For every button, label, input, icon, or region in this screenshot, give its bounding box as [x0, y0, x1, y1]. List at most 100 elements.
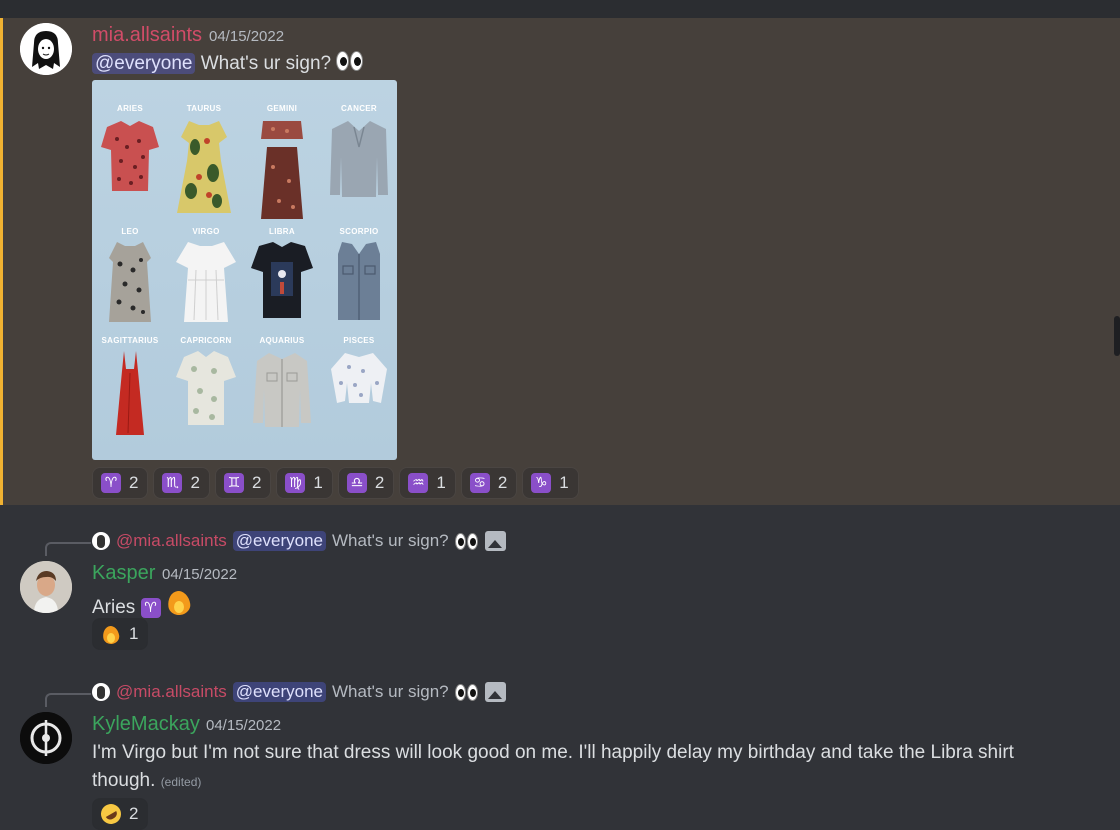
image-attachment[interactable]: ARIES TAURUS GEMINI CANCER LEO VIRGO LIB…: [92, 80, 397, 460]
channel-header-strip: [0, 0, 1120, 18]
reaction-cancer[interactable]: ♋ 2: [460, 467, 518, 499]
reaction-count: 2: [129, 473, 139, 492]
image-icon: [484, 682, 506, 702]
reaction-scorpio[interactable]: ♏ 2: [153, 467, 210, 499]
reply-username[interactable]: @mia.allsaints: [116, 682, 227, 702]
zodiac-item-aquarius: AQUARIUS: [244, 336, 320, 434]
zodiac-item-sagittarius: SAGITTARIUS: [92, 336, 168, 444]
reply-reference[interactable]: @mia.allsaints @everyone What's ur sign?: [92, 531, 506, 551]
reaction-count: 1: [436, 473, 446, 492]
cancer-icon: ♋: [469, 473, 490, 493]
red-dress-icon: [116, 351, 144, 435]
message-content: @everyone What's ur sign?: [92, 51, 364, 75]
zodiac-label: PISCES: [343, 336, 375, 345]
reaction-count: 2: [374, 473, 385, 492]
reaction-libra[interactable]: ♎ 2: [337, 467, 395, 499]
image-icon: [484, 531, 506, 551]
zodiac-item-libra: LIBRA: [244, 227, 320, 325]
zodiac-label: ARIES: [117, 104, 143, 113]
aries-icon: ♈: [101, 473, 121, 493]
message-content: Aries ♈: [92, 588, 192, 619]
reaction-count: 1: [559, 473, 569, 492]
zodiac-label: SCORPIO: [339, 227, 379, 236]
zodiac-item-scorpio: SCORPIO: [321, 227, 397, 329]
zodiac-label: VIRGO: [192, 227, 220, 236]
zodiac-label: AQUARIUS: [259, 336, 305, 345]
zodiac-item-cancer: CANCER: [321, 104, 397, 206]
reply-text: What's ur sign?: [332, 682, 449, 701]
message-username[interactable]: mia.allsaints: [92, 24, 202, 47]
everyone-mention[interactable]: @everyone: [92, 53, 196, 74]
zodiac-label: CAPRICORN: [180, 336, 232, 345]
reaction-count: 2: [497, 473, 508, 492]
avatar[interactable]: [20, 23, 72, 75]
gemini-icon: ♊: [223, 473, 244, 493]
reply-reference[interactable]: @mia.allsaints @everyone What's ur sign?: [92, 682, 506, 702]
reaction-capricorn[interactable]: ♑ 1: [522, 467, 579, 499]
reaction-rofl[interactable]: 2: [92, 798, 149, 830]
fire-icon: [101, 623, 121, 645]
message-timestamp: 04/15/2022: [209, 28, 285, 45]
reaction-virgo[interactable]: ♍ 1: [276, 467, 333, 499]
reply-avatar: [92, 532, 110, 550]
zodiac-item-capricorn: CAPRICORN: [168, 336, 244, 434]
capricorn-icon: ♑: [531, 473, 552, 493]
aries-icon: ♈: [140, 598, 161, 618]
floral-shirt-icon: [176, 351, 236, 425]
aquarius-icon: ♒: [408, 473, 429, 493]
fire-emoji-icon: [166, 588, 192, 616]
reply-connector: [45, 693, 91, 707]
reaction-aries[interactable]: ♈ 2: [92, 467, 149, 499]
message-timestamp: 04/15/2022: [162, 566, 238, 583]
reaction-count: 2: [190, 473, 200, 492]
virgo-icon: ♍: [285, 473, 306, 493]
message-username[interactable]: Kasper: [92, 562, 155, 585]
leopard-dress-icon: [109, 242, 151, 322]
reaction-bar: 2: [92, 798, 149, 830]
zodiac-item-gemini: GEMINI: [244, 104, 320, 228]
eyes-emoji-icon: [336, 51, 364, 71]
edited-label: (edited): [160, 775, 202, 789]
reaction-count: 2: [129, 804, 139, 823]
dress-icon: [177, 121, 231, 213]
zodiac-label: LIBRA: [269, 227, 295, 236]
message-text-line: I'm Virgo but I'm not sure that dress wi…: [92, 742, 1014, 763]
zodiac-label: TAURUS: [186, 104, 222, 113]
reply-mention: @everyone: [232, 531, 326, 551]
sweater-icon: [330, 121, 388, 197]
message-text: Aries: [92, 597, 136, 618]
reaction-fire[interactable]: 1: [92, 618, 149, 650]
reaction-count: 1: [129, 624, 139, 643]
reply-connector: [45, 542, 91, 556]
scrollbar-thumb[interactable]: [1114, 316, 1120, 356]
reply-username[interactable]: @mia.allsaints: [116, 531, 227, 551]
zodiac-item-aries: ARIES: [92, 104, 168, 200]
zodiac-item-leo: LEO: [92, 227, 168, 331]
avatar[interactable]: [20, 712, 72, 764]
reaction-aquarius[interactable]: ♒ 1: [399, 467, 456, 499]
blouse-icon: [331, 353, 387, 403]
eyes-emoji-icon: [454, 532, 479, 550]
zodiac-label: CANCER: [340, 104, 378, 113]
reply-text: What's ur sign?: [332, 531, 449, 550]
message-username[interactable]: KyleMackay: [92, 713, 200, 736]
reply-mention: @everyone: [232, 682, 326, 702]
zodiac-item-pisces: PISCES: [321, 336, 397, 412]
zodiac-label: GEMINI: [266, 104, 298, 113]
graphic-shirt-icon: [251, 242, 313, 318]
message-text: What's ur sign?: [200, 53, 332, 74]
mention-highlight-bar: [0, 18, 3, 505]
two-piece-icon: [261, 121, 303, 219]
reaction-bar: 1: [92, 618, 149, 650]
zodiac-item-virgo: VIRGO: [168, 227, 244, 331]
message-text-line: though.: [92, 770, 156, 791]
scorpio-icon: ♏: [162, 473, 183, 493]
message-timestamp: 04/15/2022: [206, 717, 282, 734]
zodiac-label: LEO: [121, 227, 139, 236]
message-content: though. (edited): [92, 770, 201, 792]
white-dress-icon: [176, 242, 236, 322]
reply-avatar: [92, 683, 110, 701]
avatar[interactable]: [20, 561, 72, 613]
shirt-icon: [101, 121, 159, 191]
reaction-gemini[interactable]: ♊ 2: [214, 467, 272, 499]
